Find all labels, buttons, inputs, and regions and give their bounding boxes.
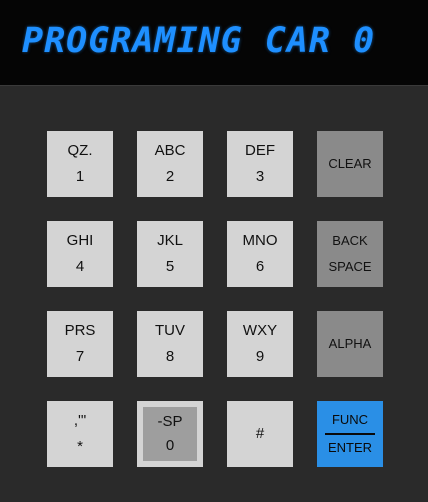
key-2[interactable]: ABC 2 — [137, 131, 203, 197]
key-3-digit: 3 — [255, 168, 265, 185]
key-3[interactable]: DEF 3 — [227, 131, 293, 197]
func-label: FUNC — [331, 412, 369, 427]
key-hash-symbol: # — [255, 425, 265, 442]
key-6-digit: 6 — [255, 258, 265, 275]
keypad: QZ. 1 ABC 2 DEF 3 CLEAR GHI 4 JKL 5 MNO … — [47, 131, 383, 467]
key-1[interactable]: QZ. 1 — [47, 131, 113, 197]
backspace-button[interactable]: BACK SPACE — [317, 221, 383, 287]
key-6[interactable]: MNO 6 — [227, 221, 293, 287]
backspace-label-top: BACK — [332, 233, 368, 248]
key-star-punct: ,'" — [73, 412, 87, 429]
lcd-display: PROGRAMING CAR 0 — [0, 0, 428, 86]
key-7-letters: PRS — [64, 322, 96, 339]
func-enter-divider — [325, 433, 375, 435]
key-hash[interactable]: # — [227, 401, 293, 467]
key-6-letters: MNO — [242, 232, 278, 249]
key-3-letters: DEF — [245, 142, 275, 159]
key-4-letters: GHI — [66, 232, 94, 249]
key-0-digit: 0 — [165, 437, 175, 454]
key-star[interactable]: ,'" * — [47, 401, 113, 467]
key-9-letters: WXY — [242, 322, 278, 339]
display-text: PROGRAMING CAR 0 — [22, 21, 376, 61]
key-4[interactable]: GHI 4 — [47, 221, 113, 287]
key-2-digit: 2 — [165, 168, 175, 185]
key-4-digit: 4 — [75, 258, 85, 275]
alpha-button[interactable]: ALPHA — [317, 311, 383, 377]
key-1-letters: QZ. — [67, 142, 93, 159]
key-8[interactable]: TUV 8 — [137, 311, 203, 377]
key-5-digit: 5 — [165, 258, 175, 275]
key-0-space-label: -SP — [157, 413, 183, 430]
alpha-label: ALPHA — [328, 336, 372, 351]
key-5[interactable]: JKL 5 — [137, 221, 203, 287]
key-7-digit: 7 — [75, 348, 85, 365]
key-9-digit: 9 — [255, 348, 265, 365]
key-1-digit: 1 — [75, 168, 85, 185]
clear-label: CLEAR — [328, 156, 372, 171]
key-star-symbol: * — [77, 438, 83, 455]
programming-device: PROGRAMING CAR 0 QZ. 1 ABC 2 DEF 3 CLEAR… — [0, 0, 428, 502]
key-2-letters: ABC — [154, 142, 186, 159]
backspace-label-bottom: SPACE — [328, 259, 372, 274]
func-enter-button[interactable]: FUNC ENTER — [317, 401, 383, 467]
key-8-letters: TUV — [155, 322, 185, 339]
clear-button[interactable]: CLEAR — [317, 131, 383, 197]
key-5-letters: JKL — [157, 232, 183, 249]
key-9[interactable]: WXY 9 — [227, 311, 293, 377]
key-0-space[interactable]: -SP 0 — [137, 401, 203, 467]
key-0-space-pressed: -SP 0 — [143, 407, 197, 461]
enter-label: ENTER — [327, 440, 373, 455]
key-8-digit: 8 — [165, 348, 175, 365]
key-7[interactable]: PRS 7 — [47, 311, 113, 377]
